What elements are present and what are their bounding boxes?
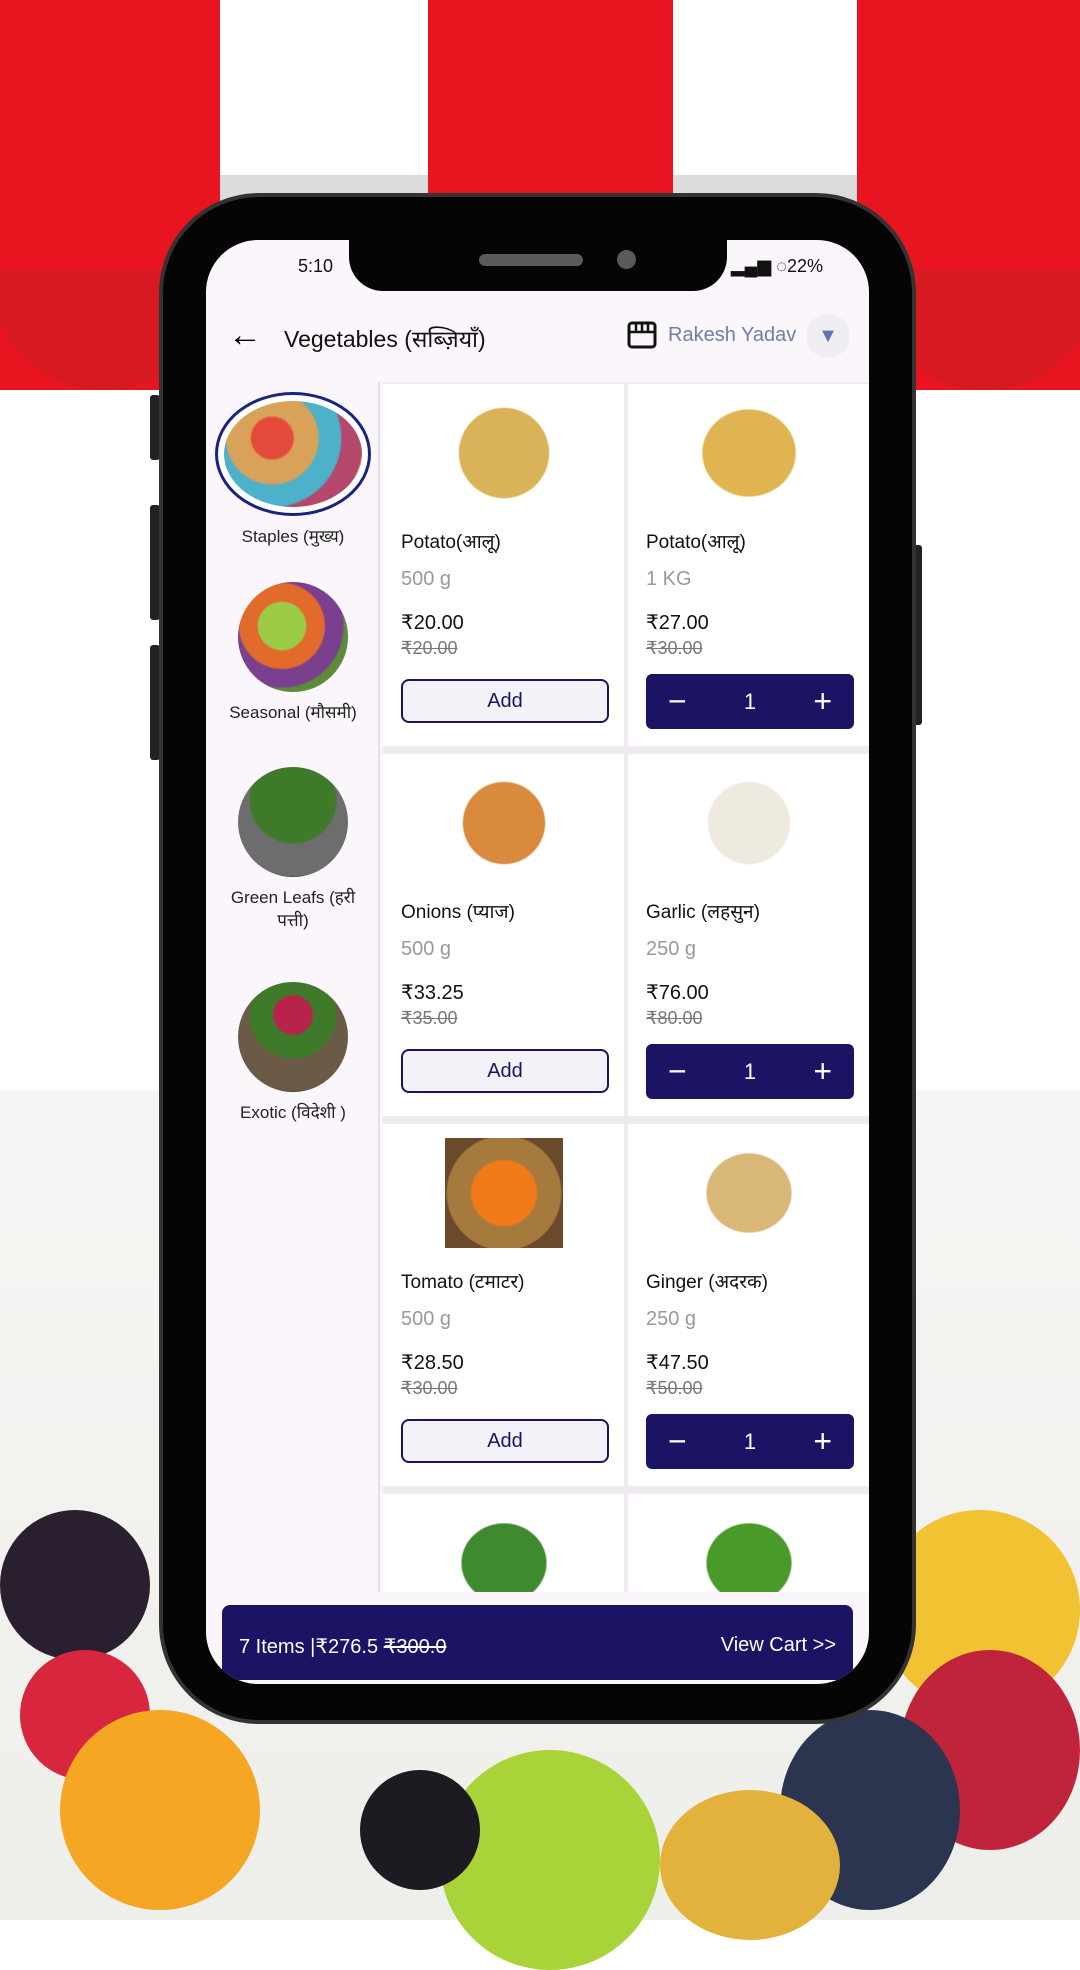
quantity-value: 1 [743, 1058, 757, 1084]
category-image [215, 392, 371, 516]
product-name: Onions (प्याज) [401, 902, 515, 923]
category-green-leafs[interactable]: Green Leafs (हरी पत्ती) [206, 767, 380, 933]
quantity-stepper: − 1 + [646, 674, 854, 729]
product-card: Garlic (लहसुन) 250 g ₹76.00 ₹80.00 − 1 + [628, 754, 869, 1116]
product-card: Tomato (टमाटर) 500 g ₹28.50 ₹30.00 Add [383, 1124, 624, 1486]
quantity-value: 1 [743, 1428, 757, 1454]
status-time: 5:10 [298, 256, 334, 276]
quantity-value: 1 [743, 688, 757, 714]
add-button[interactable]: Add [401, 679, 609, 723]
minus-icon[interactable]: − [668, 683, 687, 720]
product-image [445, 768, 563, 878]
product-image [445, 1508, 563, 1592]
category-seasonal[interactable]: Seasonal (मौसमी) [206, 582, 380, 725]
category-staples[interactable]: Staples (मुख्य) [206, 392, 380, 549]
category-sidebar: Staples (मुख्य) Seasonal (मौसमी) Green L… [206, 382, 380, 1592]
notch [349, 240, 727, 291]
category-exotic[interactable]: Exotic (विदेशी ) [206, 982, 380, 1125]
product-name: Potato(आलू) [646, 532, 746, 553]
plus-icon[interactable]: + [813, 1423, 832, 1460]
product-price: ₹20.00 [401, 612, 464, 634]
app-header: ← Vegetables (सब्ज़ियाँ) Rakesh Yadav ▼ [206, 294, 869, 382]
minus-icon[interactable]: − [668, 1053, 687, 1090]
product-image [690, 1508, 808, 1592]
product-mrp: ₹35.00 [401, 1008, 458, 1028]
signal-icon: ▂▄▆ ◌ [730, 256, 787, 276]
category-image [238, 582, 348, 692]
app-screen: 5:10 ▂▄▆ ◌22% ← Vegetables (सब्ज़ियाँ) R… [206, 240, 869, 1684]
page-title: Vegetables (सब्ज़ियाँ) [284, 326, 486, 352]
product-image [690, 398, 808, 508]
product-weight: 250 g [646, 1308, 697, 1330]
view-cart-button[interactable]: View Cart >> [721, 1634, 836, 1657]
cart-summary: 7 Items |₹276.5 ₹300.0 [239, 1636, 447, 1658]
back-arrow-icon[interactable]: ← [228, 316, 262, 355]
product-card [383, 1494, 624, 1592]
product-grid: Potato(आलू) 500 g ₹20.00 ₹20.00 Add Potat… [383, 382, 869, 1592]
product-image [445, 398, 563, 508]
product-card [628, 1494, 869, 1592]
plus-icon[interactable]: + [813, 1053, 832, 1090]
product-weight: 500 g [401, 938, 452, 960]
product-mrp: ₹30.00 [646, 638, 703, 658]
status-battery: ▂▄▆ ◌22% [730, 256, 823, 276]
product-name: Garlic (लहसुन) [646, 902, 760, 923]
product-name: Ginger (अदरक) [646, 1272, 768, 1293]
product-price: ₹28.50 [401, 1352, 464, 1374]
add-button[interactable]: Add [401, 1049, 609, 1093]
product-weight: 250 g [646, 938, 697, 960]
product-mrp: ₹80.00 [646, 1008, 703, 1028]
category-image [238, 982, 348, 1092]
add-button[interactable]: Add [401, 1419, 609, 1463]
category-image [238, 767, 348, 877]
minus-icon[interactable]: − [668, 1423, 687, 1460]
product-price: ₹33.25 [401, 982, 464, 1004]
product-card: Potato(आलू) 1 KG ₹27.00 ₹30.00 − 1 + [628, 384, 869, 746]
product-price: ₹27.00 [646, 612, 709, 634]
product-name: Tomato (टमाटर) [401, 1272, 525, 1293]
quantity-stepper: − 1 + [646, 1414, 854, 1469]
product-image [690, 1138, 808, 1248]
user-name[interactable]: Rakesh Yadav [668, 324, 796, 347]
product-image [690, 768, 808, 878]
product-name: Potato(आलू) [401, 532, 501, 553]
chevron-down-icon[interactable]: ▼ [806, 314, 850, 358]
product-card: Onions (प्याज) 500 g ₹33.25 ₹35.00 Add [383, 754, 624, 1116]
quantity-stepper: − 1 + [646, 1044, 854, 1099]
product-mrp: ₹20.00 [401, 638, 458, 658]
product-mrp: ₹30.00 [401, 1378, 458, 1398]
product-card: Ginger (अदरक) 250 g ₹47.50 ₹50.00 − 1 + [628, 1124, 869, 1486]
product-weight: 500 g [401, 1308, 452, 1330]
product-price: ₹47.50 [646, 1352, 709, 1374]
cart-bar[interactable]: 7 Items |₹276.5 ₹300.0 View Cart >> [222, 1605, 853, 1680]
product-image [445, 1138, 563, 1248]
product-card: Potato(आलू) 500 g ₹20.00 ₹20.00 Add [383, 384, 624, 746]
product-weight: 500 g [401, 568, 452, 590]
product-price: ₹76.00 [646, 982, 709, 1004]
store-icon [627, 321, 657, 349]
product-mrp: ₹50.00 [646, 1378, 703, 1398]
product-weight: 1 KG [646, 568, 692, 590]
plus-icon[interactable]: + [813, 683, 832, 720]
